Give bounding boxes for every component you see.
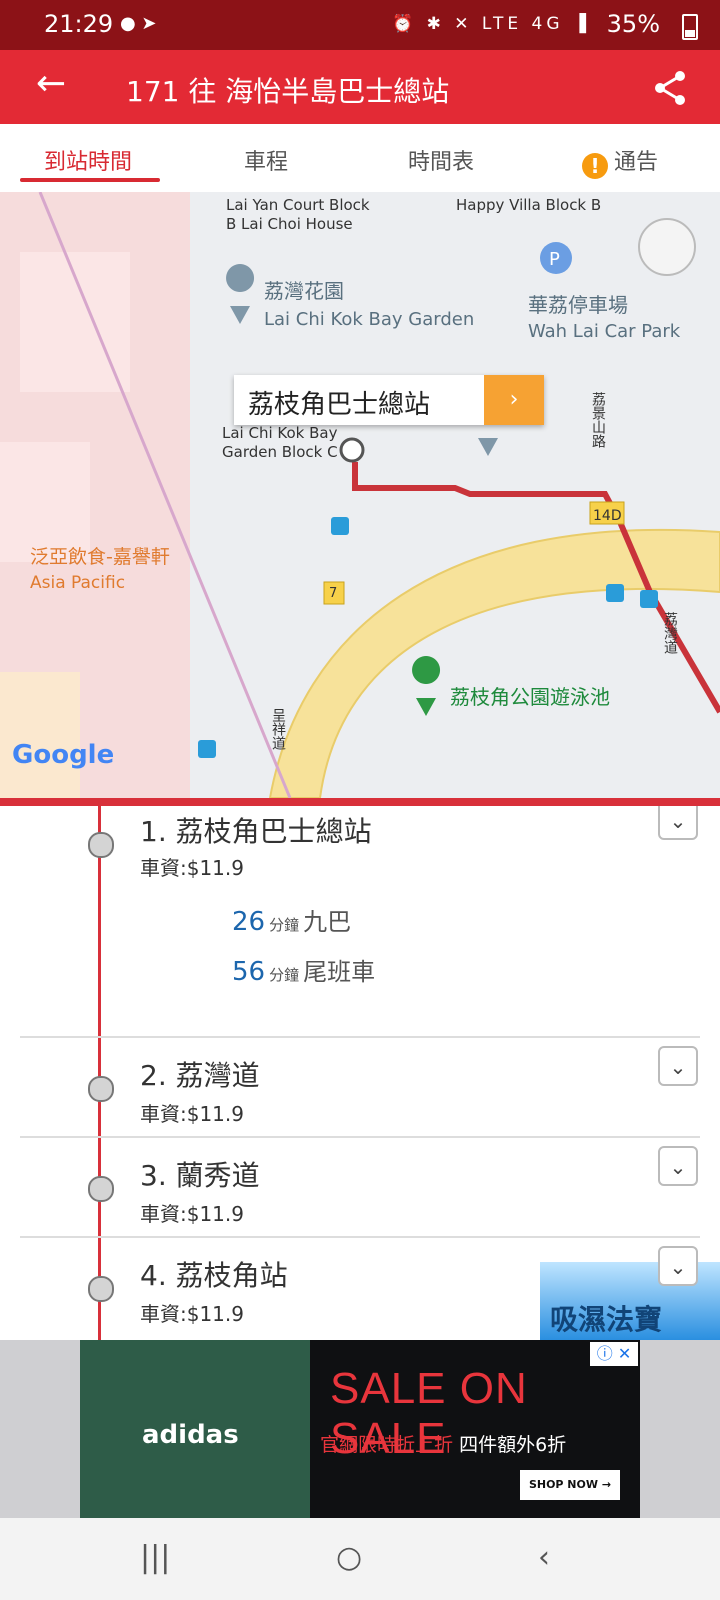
stop-dot xyxy=(88,1076,114,1102)
expand-chevron-icon[interactable]: ⌄ xyxy=(658,1146,698,1186)
recents-icon[interactable]: ||| xyxy=(140,1540,170,1575)
expand-chevron-icon[interactable]: ⌄ xyxy=(658,1246,698,1286)
map-label-lai-wan-rd: 荔灣道 xyxy=(662,612,678,654)
stop-dot xyxy=(88,832,114,858)
floating-ad-text: 吸濕法寶 xyxy=(550,1303,663,1336)
ad-banner-area: adidas SALE ON SALE 官網限時折上折 四件額外6折 SHOP … xyxy=(0,1340,720,1518)
map-label-asia-pacific-zh: 泛亞飲食-嘉譽軒 xyxy=(30,546,170,568)
eta-unit: 分鐘 xyxy=(269,966,300,984)
tab-notice-label: 通告 xyxy=(614,150,659,175)
stop-fare: 車資:$11.9 xyxy=(140,1102,244,1126)
map-label-pool: 荔枝角公園遊泳池 xyxy=(450,685,610,709)
map-label-carpark-zh: 華荔停車場 xyxy=(528,293,628,317)
ad-close-icon[interactable]: ⓘ ✕ xyxy=(590,1342,638,1366)
map-divider xyxy=(0,798,720,806)
system-icons: ⏰ ✱ ✕ LTE 4G ▐ xyxy=(392,14,590,34)
callout-stop-name: 荔枝角巴士總站 xyxy=(248,390,431,420)
stop-fare: 車資:$11.9 xyxy=(140,1302,244,1326)
eta-minutes: 26 xyxy=(232,907,266,937)
status-time: 21:29 xyxy=(44,10,114,38)
active-tab-indicator xyxy=(20,178,160,182)
share-icon[interactable] xyxy=(650,68,690,108)
map-graphic: P xyxy=(0,192,720,798)
app-bar: ← 171 往 海怡半島巴士總站 xyxy=(0,50,720,124)
system-nav-bar: ||| ○ ‹ xyxy=(0,1518,720,1600)
tab-notice[interactable]: ! 通告 xyxy=(582,144,658,179)
tab-arrival-time[interactable]: 到站時間 xyxy=(44,144,132,176)
stop-item-2[interactable]: 2. 荔灣道 車資:$11.9 ⌄ xyxy=(0,1038,720,1138)
route-title: 171 往 海怡半島巴士總站 xyxy=(126,75,450,108)
ad-banner[interactable]: adidas SALE ON SALE 官網限時折上折 四件額外6折 SHOP … xyxy=(80,1340,640,1518)
stop-name: 1. 荔枝角巴士總站 xyxy=(140,815,372,848)
map-label-lai-yan: Lai Yan Court Block B Lai Choi House xyxy=(226,196,370,233)
route-map[interactable]: P Lai Yan Court Block B Lai Choi House H… xyxy=(0,192,720,798)
ad-shop-now-button[interactable]: SHOP NOW → xyxy=(520,1470,620,1500)
map-label-garden-en: Lai Chi Kok Bay Garden xyxy=(264,309,475,330)
tab-journey[interactable]: 車程 xyxy=(244,144,288,176)
eta-row-2: 56 分鐘 尾班車 xyxy=(232,952,375,987)
google-logo: Google xyxy=(12,740,115,770)
stop-item-1[interactable]: 1. 荔枝角巴士總站 車資:$11.9 ⌄ 26 分鐘 九巴 56 分鐘 尾班車 xyxy=(0,806,720,1038)
stop-dot xyxy=(88,1176,114,1202)
eta-note: 九巴 xyxy=(303,908,352,936)
ad-subline: 官網限時折上折 四件額外6折 xyxy=(320,1430,566,1457)
eta-unit: 分鐘 xyxy=(269,916,300,934)
locate-icon[interactable] xyxy=(638,218,696,276)
stop-fare: 車資:$11.9 xyxy=(140,856,244,880)
map-label-block-c: Lai Chi Kok Bay Garden Block C xyxy=(222,424,338,461)
ad-brand: adidas xyxy=(142,1420,239,1450)
eta-note: 尾班車 xyxy=(303,958,376,986)
back-icon[interactable]: ‹ xyxy=(538,1540,550,1575)
notification-icons: ● ➤ xyxy=(120,13,157,34)
stop-name: 2. 荔灣道 xyxy=(140,1059,260,1092)
tab-timetable[interactable]: 時間表 xyxy=(408,144,474,176)
ad-subline-red: 官網限時折上折 xyxy=(320,1434,454,1456)
alert-icon: ! xyxy=(582,153,608,179)
battery-percent: 35% xyxy=(606,10,660,38)
stop-list: 1. 荔枝角巴士總站 車資:$11.9 ⌄ 26 分鐘 九巴 56 分鐘 尾班車 2. … xyxy=(0,806,720,1340)
eta-row-1: 26 分鐘 九巴 xyxy=(232,902,351,937)
stop-fare: 車資:$11.9 xyxy=(140,1202,244,1226)
stop-item-3[interactable]: 3. 蘭秀道 車資:$11.9 ⌄ xyxy=(0,1138,720,1238)
map-label-ching-cheung-rd: 呈祥道 xyxy=(270,708,286,750)
expand-chevron-icon[interactable]: ⌄ xyxy=(658,1046,698,1086)
stop-callout[interactable]: 荔枝角巴士總站 › xyxy=(234,375,544,425)
battery-icon xyxy=(682,14,698,40)
map-label-garden-zh: 荔灣花園 xyxy=(264,279,344,303)
map-label-lai-king-hill-rd: 荔景山路 xyxy=(590,392,606,448)
stop-dot xyxy=(88,1276,114,1302)
stop-name: 3. 蘭秀道 xyxy=(140,1159,260,1192)
expand-chevron-icon[interactable]: ⌄ xyxy=(658,806,698,840)
map-label-asia-pacific-en: Asia Pacific xyxy=(30,573,126,593)
stop-name: 4. 荔枝角站 xyxy=(140,1259,288,1292)
map-label-14d: 14D xyxy=(593,508,622,524)
callout-navigate-button[interactable]: › xyxy=(484,375,544,425)
status-bar: 21:29 ● ➤ ⏰ ✱ ✕ LTE 4G ▐ 35% xyxy=(0,0,720,50)
back-arrow-icon[interactable]: ← xyxy=(36,64,66,104)
tab-bar: 到站時間 車程 時間表 ! 通告 xyxy=(0,124,720,192)
ad-subline-white: 四件額外6折 xyxy=(459,1434,567,1456)
svg-text:P: P xyxy=(549,249,560,270)
map-label-carpark-en: Wah Lai Car Park xyxy=(528,321,681,342)
map-label-route-7: 7 xyxy=(329,586,338,601)
eta-minutes: 56 xyxy=(232,957,266,987)
home-icon[interactable]: ○ xyxy=(336,1540,362,1575)
map-label-happy-villa: Happy Villa Block B xyxy=(456,196,602,214)
